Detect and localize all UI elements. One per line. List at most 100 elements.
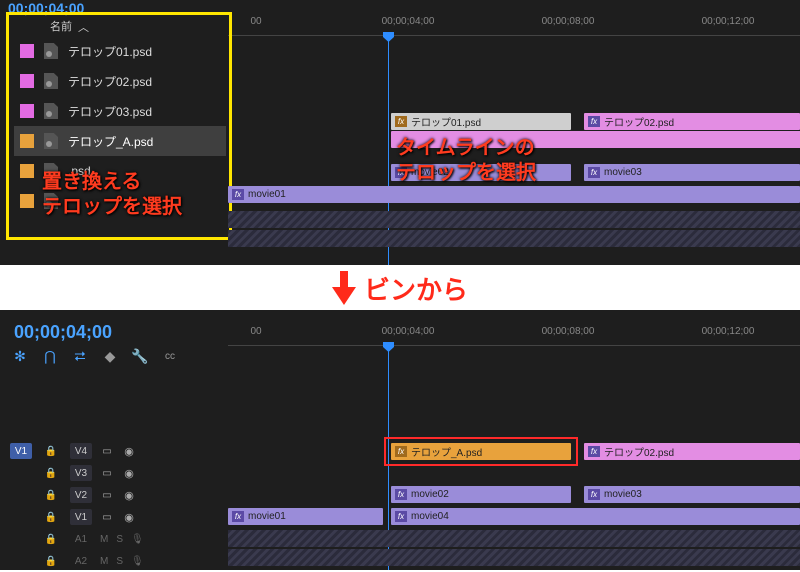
bin-item-label: テロップ02.psd xyxy=(68,73,152,90)
mute-toggle[interactable] xyxy=(100,490,114,501)
track-target[interactable]: V4 xyxy=(70,443,92,459)
mute-letter[interactable]: M xyxy=(100,556,108,567)
clip-telop-next[interactable]: fx テロップ02.psd xyxy=(584,113,800,130)
lock-icon[interactable]: 🔒 xyxy=(40,531,62,547)
snowflake-icon[interactable]: ✻ xyxy=(12,348,28,364)
mic-icon[interactable]: 🎙 xyxy=(131,534,144,545)
mute-toggle[interactable] xyxy=(100,446,114,457)
lock-icon[interactable]: 🔒 xyxy=(40,487,62,503)
track-header-a1[interactable]: 🔒 A1 M S 🎙 xyxy=(0,528,228,550)
step-arrow: ビンから xyxy=(0,266,800,310)
fx-badge-icon: fx xyxy=(588,167,600,178)
fx-badge-icon: fx xyxy=(395,446,407,457)
timeline-ruler-top[interactable]: 00 00;00;04;00 00;00;08;00 00;00;12;00 xyxy=(228,14,800,36)
timeline-bottom[interactable]: fx テロップ_A.psd fx テロップ02.psd fx movie02 f… xyxy=(228,346,800,570)
wrench-icon[interactable]: 🔧 xyxy=(132,348,148,364)
name-header-label: 名前 xyxy=(50,18,72,34)
lock-icon[interactable]: 🔒 xyxy=(40,553,62,569)
source-patch[interactable]: V1 xyxy=(10,443,32,459)
psd-file-icon xyxy=(44,103,58,119)
arrow-down-icon xyxy=(332,271,356,305)
timeline-top[interactable]: fx テロップ01.psd fx テロップ02.psd fx movie02 f… xyxy=(228,36,800,265)
visibility-toggle[interactable] xyxy=(122,511,136,524)
fx-badge-icon: fx xyxy=(588,116,600,127)
visibility-toggle[interactable] xyxy=(122,445,136,458)
clip-movie[interactable]: fx movie04 xyxy=(391,508,800,525)
solo-letter[interactable]: S xyxy=(116,556,123,567)
source-patch[interactable] xyxy=(10,509,32,525)
clip-movie[interactable]: fx movie03 xyxy=(584,164,800,181)
track-header-a2[interactable]: 🔒 A2 M S 🎙 xyxy=(0,550,228,572)
clip-telop-next[interactable]: fx テロップ02.psd xyxy=(584,443,800,460)
marker-icon[interactable]: ◆ xyxy=(102,348,118,364)
bin-item[interactable]: テロップ02.psd xyxy=(14,66,226,96)
cc-icon[interactable]: cc xyxy=(162,348,178,364)
audio-waveform-locked xyxy=(228,211,800,228)
visibility-toggle[interactable] xyxy=(122,489,136,502)
track-target[interactable]: A2 xyxy=(70,553,92,569)
fx-badge-icon: fx xyxy=(588,446,600,457)
psd-file-icon xyxy=(44,133,58,149)
audio-waveform-locked xyxy=(228,530,800,547)
track-target[interactable]: A1 xyxy=(70,531,92,547)
timecode-top: 00;00;04;00 xyxy=(8,0,84,16)
ruler-tick-label: 00 xyxy=(250,326,261,337)
clip-movie[interactable]: fx movie01 xyxy=(228,186,800,203)
clip-movie[interactable]: fx movie02 xyxy=(391,486,571,503)
mute-toggle[interactable] xyxy=(100,468,114,479)
panel-before: 00;00;04;00 名前 ︿ 00 00;00;04;00 00;00;08… xyxy=(0,0,800,265)
clip-label: movie03 xyxy=(604,489,642,500)
clip-label: movie02 xyxy=(411,489,449,500)
bin-item-label: テロップ01.psd xyxy=(68,43,152,60)
track-target[interactable]: V3 xyxy=(70,465,92,481)
fx-badge-icon: fx xyxy=(232,511,244,522)
clip-label: movie04 xyxy=(411,511,449,522)
track-headers: V1 🔒 V4 🔒 V3 🔒 V2 🔒 V1 xyxy=(0,440,228,572)
clip-label: movie01 xyxy=(248,189,286,200)
timecode-bottom: 00;00;04;00 xyxy=(14,322,112,343)
bin-item[interactable]: テロップ01.psd xyxy=(14,36,226,66)
bin-column-header[interactable]: 名前 ︿ xyxy=(50,18,89,34)
track-header-v3[interactable]: 🔒 V3 xyxy=(0,462,228,484)
mic-icon[interactable]: 🎙 xyxy=(131,556,144,567)
bin-item-label: テロップ03.psd xyxy=(68,103,152,120)
color-swatch xyxy=(20,44,34,58)
lock-icon[interactable]: 🔒 xyxy=(40,509,62,525)
clip-telop-replaced[interactable]: fx テロップ_A.psd xyxy=(391,443,571,460)
link-selection-icon[interactable]: ⮂ xyxy=(72,348,88,364)
fx-badge-icon: fx xyxy=(588,489,600,500)
ruler-tick-label: 00;00;08;00 xyxy=(542,16,595,27)
lock-icon[interactable]: 🔒 xyxy=(40,443,62,459)
visibility-toggle[interactable] xyxy=(122,467,136,480)
track-target[interactable]: V1 xyxy=(70,509,92,525)
source-patch[interactable] xyxy=(10,487,32,503)
clip-label: テロップ_A.psd xyxy=(411,444,482,459)
source-patch[interactable] xyxy=(10,465,32,481)
timeline-ruler-bottom[interactable]: 00 00;00;04;00 00;00;08;00 00;00;12;00 xyxy=(228,324,800,346)
fx-badge-icon: fx xyxy=(395,116,407,127)
track-header-v2[interactable]: 🔒 V2 xyxy=(0,484,228,506)
source-patch[interactable] xyxy=(10,531,32,547)
mute-letter[interactable]: M xyxy=(100,534,108,545)
magnet-icon[interactable]: ⋂ xyxy=(42,348,58,364)
clip-telop-selected[interactable]: fx テロップ01.psd xyxy=(391,113,571,130)
track-header-v4[interactable]: V1 🔒 V4 xyxy=(0,440,228,462)
clip-movie[interactable]: fx movie01 xyxy=(228,508,383,525)
annotation-text: テロップを選択 xyxy=(42,195,182,220)
source-patch[interactable] xyxy=(10,553,32,569)
clip-label: テロップ01.psd xyxy=(411,114,481,129)
track-header-v1[interactable]: 🔒 V1 xyxy=(0,506,228,528)
mute-toggle[interactable] xyxy=(100,512,114,523)
lock-icon[interactable]: 🔒 xyxy=(40,465,62,481)
track-target[interactable]: V2 xyxy=(70,487,92,503)
solo-letter[interactable]: S xyxy=(116,534,123,545)
audio-waveform-locked xyxy=(228,230,800,247)
psd-file-icon xyxy=(44,73,58,89)
bin-item-selected[interactable]: テロップ_A.psd xyxy=(14,126,226,156)
chevron-up-icon[interactable]: ︿ xyxy=(78,19,89,35)
bin-item[interactable]: テロップ03.psd xyxy=(14,96,226,126)
psd-file-icon xyxy=(44,43,58,59)
clip-movie[interactable]: fx movie03 xyxy=(584,486,800,503)
ruler-tick-label: 00 xyxy=(250,16,261,27)
color-swatch xyxy=(20,134,34,148)
